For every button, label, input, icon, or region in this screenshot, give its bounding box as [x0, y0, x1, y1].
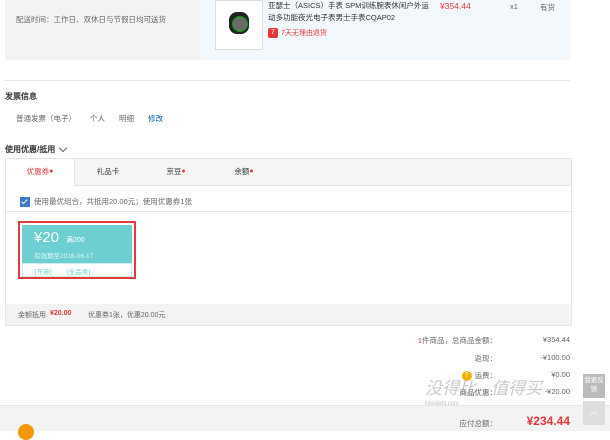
invoice-holder: 个人 [90, 114, 105, 123]
cashback-value: -¥100.00 [540, 353, 570, 362]
payable-label: 应付总额： [459, 419, 498, 428]
coupon-section-toggle[interactable]: 使用优惠/抵用 [5, 143, 68, 155]
invoice-type: 普通发票（电子） [16, 114, 76, 123]
tab-coupons[interactable]: 优惠券● [6, 159, 75, 186]
back-to-top-button[interactable]: ︿ [583, 401, 605, 425]
watermark-url: Meidebi.com [425, 401, 460, 407]
cashback-label: 返现： [474, 354, 498, 363]
delivery-panel [5, 0, 200, 60]
coupon-panel: 优惠券● 礼品卡 京豆● 余额● 使用最优组合，共抵用20.00元；使用优惠券1… [5, 158, 572, 326]
assistant-icon[interactable] [18, 424, 34, 440]
return-promise: 7 7天无理由退货 [268, 28, 327, 38]
coupon-card[interactable]: ¥20 满200 有效期至2016-06-17 [东券] [全品类] [18, 221, 136, 279]
tab-balance[interactable]: 余额● [210, 159, 278, 185]
deduction-label: 金额抵用 [18, 312, 46, 319]
invoice-edit-link[interactable]: 修改 [148, 113, 163, 124]
coupon-valid-date: 有效期至2016-06-17 [34, 253, 94, 260]
return-badge-icon: 7 [268, 28, 278, 38]
feedback-button[interactable]: 我要反馈 [583, 374, 605, 398]
product-qty: x1 [510, 2, 518, 11]
chevron-down-icon [58, 143, 68, 152]
tab-gift-card[interactable]: 礼品卡 [74, 159, 142, 185]
divider [6, 211, 571, 212]
coupon-tabs: 优惠券● 礼品卡 京豆● 余额● [6, 159, 571, 186]
tab-jingdou[interactable]: 京豆● [142, 159, 210, 185]
invoice-title: 发票信息 [5, 92, 37, 101]
coupon-condition: 满200 [66, 237, 85, 244]
coupon-amount: ¥20 [34, 229, 60, 246]
coupon-scope-tag: [全品类] [67, 269, 91, 276]
deduction-detail: 优惠券1张，优惠20.00元 [88, 312, 166, 319]
divider [5, 80, 570, 81]
deduction-amount: ¥20.00 [50, 310, 72, 317]
invoice-row: 普通发票（电子） 个人 明细 修改 [16, 113, 163, 124]
goods-amount: ¥354.44 [542, 335, 570, 344]
stock-status: 有货 [540, 3, 555, 12]
return-promise-text: 7天无理由退货 [281, 30, 327, 37]
product-thumbnail[interactable] [215, 0, 263, 50]
best-combo-checkbox[interactable] [20, 196, 30, 207]
payable-amount: ¥234.44 [526, 414, 570, 428]
delivery-time: 配送时间：工作日、双休日与节假日均可送货 [16, 15, 166, 24]
coupon-section-title: 使用优惠/抵用 [5, 145, 56, 154]
best-combo-option[interactable]: 使用最优组合，共抵用20.00元；使用优惠券1张 [20, 196, 192, 207]
product-price: ¥354.44 [440, 1, 471, 11]
invoice-content: 明细 [119, 114, 134, 123]
product-title[interactable]: 亚瑟士（ASICS）手表 SPM训练腕表休闲户外运动多功能夜光电子表男士手表CQ… [268, 0, 433, 24]
best-combo-label: 使用最优组合，共抵用20.00元；使用优惠券1张 [34, 197, 192, 206]
coupon-type-tag: [东券] [35, 269, 52, 276]
coupon-summary: 金额抵用 ¥20.00 优惠券1张，优惠20.00元 [6, 304, 571, 325]
goods-count-label: 1件商品，总商品金额： [417, 336, 497, 345]
watermark: 没得比 · 值得买 [425, 379, 543, 398]
